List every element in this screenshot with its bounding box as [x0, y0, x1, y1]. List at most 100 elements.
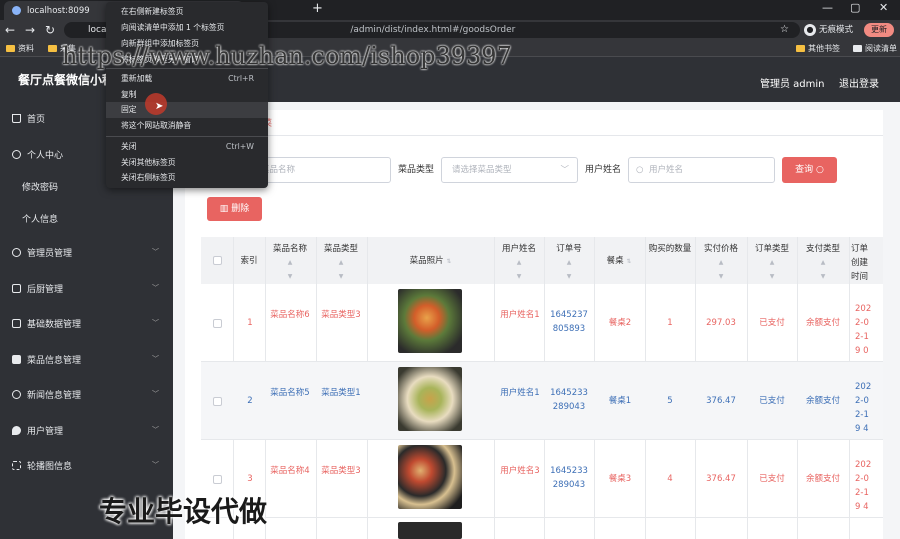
- cell-created: 2022-02-19 4: [855, 460, 872, 512]
- sidebar-item-label: 个人中心: [27, 150, 64, 161]
- sidebar-item-label: 轮播图信息: [27, 461, 73, 472]
- url-watermark: https://www.huzhan.com/ishop39397: [62, 42, 512, 70]
- chevron-down-icon: ﹀: [152, 284, 159, 292]
- menu-item-pin[interactable]: 固定: [106, 102, 268, 118]
- logout-link[interactable]: 退出登录: [839, 75, 879, 90]
- bookmark-folder-1[interactable]: 资料: [6, 42, 34, 55]
- update-button[interactable]: 更新: [864, 23, 894, 37]
- row-checkbox[interactable]: [213, 319, 222, 328]
- incognito-profile[interactable]: ● 无痕模式: [804, 22, 853, 38]
- sidebar-item-dish-info[interactable]: 菜品信息管理 ﹀: [0, 344, 173, 374]
- cell-order-no: 1645237805893: [550, 310, 588, 334]
- bookmark-folder-other[interactable]: 其他书签: [796, 42, 840, 55]
- cell-order-type: 已支付: [759, 318, 785, 328]
- th-index[interactable]: 索引: [234, 254, 264, 268]
- forward-icon[interactable]: →: [25, 22, 35, 38]
- sidebar-item-users[interactable]: 用户管理 ﹀: [0, 415, 173, 445]
- th-label: 实付价格: [703, 244, 738, 254]
- menu-item-new-tab-right[interactable]: 在右侧新建标签页: [106, 4, 268, 20]
- menu-item-label: 关闭: [121, 142, 137, 151]
- menu-item-duplicate[interactable]: 复制: [106, 87, 268, 103]
- clock-icon: [12, 247, 21, 257]
- cell-pay-type: 余额支付: [805, 474, 840, 484]
- back-icon[interactable]: ←: [5, 22, 15, 38]
- cell-price: 376.47: [706, 396, 736, 406]
- th-price[interactable]: 实付价格 ▲ ▼: [697, 242, 745, 284]
- th-quantity[interactable]: 购买的数量: [647, 242, 693, 256]
- th-label: 用户姓名: [501, 244, 536, 254]
- dish-photo: [398, 367, 462, 431]
- table-row[interactable]: 2 菜品名称5 菜品类型1 用户姓名1 1645233289043 餐桌1 5 …: [201, 362, 883, 440]
- chevron-down-icon: ﹀: [152, 426, 159, 434]
- user-name-placeholder: 用户姓名: [649, 165, 684, 175]
- select-all-checkbox[interactable]: [213, 256, 222, 265]
- sidebar-item-carousel[interactable]: 轮播图信息 ﹀: [0, 450, 173, 480]
- th-order-type[interactable]: 订单类型 ▲ ▼: [748, 242, 796, 284]
- table-row[interactable]: 3 菜品名称4 菜品类型3 用户姓名3 1645233289043 餐桌3 4 …: [201, 440, 883, 518]
- sidebar-item-kitchen[interactable]: 后厨管理 ﹀: [0, 273, 173, 303]
- cell-user-name: 用户姓名1: [500, 388, 540, 398]
- table-row[interactable]: 1 菜品名称6 菜品类型3 用户姓名1 1645237805893 餐桌2 1 …: [201, 284, 883, 362]
- th-order-no[interactable]: 订单号 ▲ ▼: [545, 242, 593, 284]
- row-checkbox[interactable]: [213, 397, 222, 406]
- cell-price: 376.47: [706, 474, 736, 484]
- address-path: /admin/dist/index.html#/goodsOrder: [350, 25, 516, 35]
- th-label: 订单类型: [754, 244, 789, 254]
- cell-quantity: 1: [667, 318, 673, 328]
- cursor-icon: ➤: [155, 101, 164, 112]
- user-name-label: 用户姓名: [585, 165, 622, 175]
- menu-separator: [106, 136, 268, 137]
- dish-icon: [12, 354, 21, 364]
- menu-item-label: 复制: [121, 90, 137, 99]
- star-icon[interactable]: ☆: [780, 22, 789, 38]
- cell-table: 餐桌3: [608, 474, 632, 484]
- banner-watermark: 专业毕设代做: [99, 495, 268, 528]
- menu-item-unmute-site[interactable]: 将这个网站取消静音: [106, 118, 268, 134]
- user-name-input[interactable]: ○ 用户姓名: [628, 157, 775, 183]
- minimize-icon[interactable]: —: [822, 1, 833, 14]
- cell-index: 1: [247, 318, 253, 328]
- incognito-icon: ●: [804, 24, 816, 36]
- new-tab-button[interactable]: +: [312, 1, 323, 16]
- sort-icon: ▲ ▼: [516, 259, 522, 280]
- th-created[interactable]: 订单创建时间: [851, 242, 871, 284]
- search-icon: ○: [636, 165, 644, 175]
- query-button[interactable]: 查询 ○: [782, 157, 837, 183]
- cell-price: 297.03: [706, 318, 736, 328]
- dish-photo: [398, 522, 462, 539]
- news-icon: [12, 389, 21, 399]
- th-dish-name[interactable]: 菜品名称 ▲ ▼: [266, 242, 314, 284]
- menu-shortcut: Ctrl+R: [228, 74, 254, 83]
- sidebar-item-profile[interactable]: 个人信息: [0, 203, 173, 233]
- reading-list[interactable]: 阅读清单: [853, 42, 897, 55]
- folder-icon: [6, 45, 15, 52]
- cell-dish-type: 菜品类型3: [321, 310, 361, 320]
- menu-item-add-reading-list[interactable]: 向阅读清单中添加 1 个标签页: [106, 20, 268, 36]
- th-table[interactable]: 餐桌 ⇅: [595, 254, 643, 269]
- menu-item-label: 固定: [121, 105, 137, 114]
- menu-item-close-others[interactable]: 关闭其他标签页: [106, 155, 268, 171]
- sidebar-item-admin-manage[interactable]: 管理员管理 ﹀: [0, 237, 173, 267]
- th-label: 订单号: [556, 244, 582, 254]
- th-pay-type[interactable]: 支付类型 ▲ ▼: [799, 242, 847, 284]
- sort-icon: ▲ ▼: [820, 259, 826, 280]
- th-dish-type[interactable]: 菜品类型 ▲ ▼: [317, 242, 365, 284]
- row-checkbox[interactable]: [213, 475, 222, 484]
- cell-user-name: 用户姓名1: [500, 310, 540, 320]
- sidebar-item-label: 修改密码: [22, 182, 59, 193]
- sidebar-item-news[interactable]: 新闻信息管理 ﹀: [0, 379, 173, 409]
- window-close-icon[interactable]: ✕: [879, 1, 888, 14]
- maximize-icon[interactable]: ▢: [850, 1, 860, 14]
- reload-icon[interactable]: ↻: [45, 22, 55, 38]
- menu-item-close-right[interactable]: 关闭右侧标签页: [106, 170, 268, 186]
- th-user-name[interactable]: 用户姓名 ▲ ▼: [495, 242, 543, 284]
- th-dish-photo[interactable]: 菜品照片 ⇅: [368, 254, 493, 269]
- dish-name-input[interactable]: 菜品名称: [250, 157, 391, 183]
- delete-button[interactable]: ▥ 删除: [207, 197, 262, 221]
- menu-item-reload[interactable]: 重新加载 Ctrl+R: [106, 71, 268, 87]
- menu-item-close[interactable]: 关闭 Ctrl+W: [106, 139, 268, 155]
- menu-item-label: 关闭其他标签页: [121, 158, 176, 167]
- dish-type-select[interactable]: 请选择菜品类型 ﹀: [441, 157, 578, 183]
- sidebar-item-base-data[interactable]: 基础数据管理 ﹀: [0, 308, 173, 338]
- reading-list-icon: [853, 45, 862, 52]
